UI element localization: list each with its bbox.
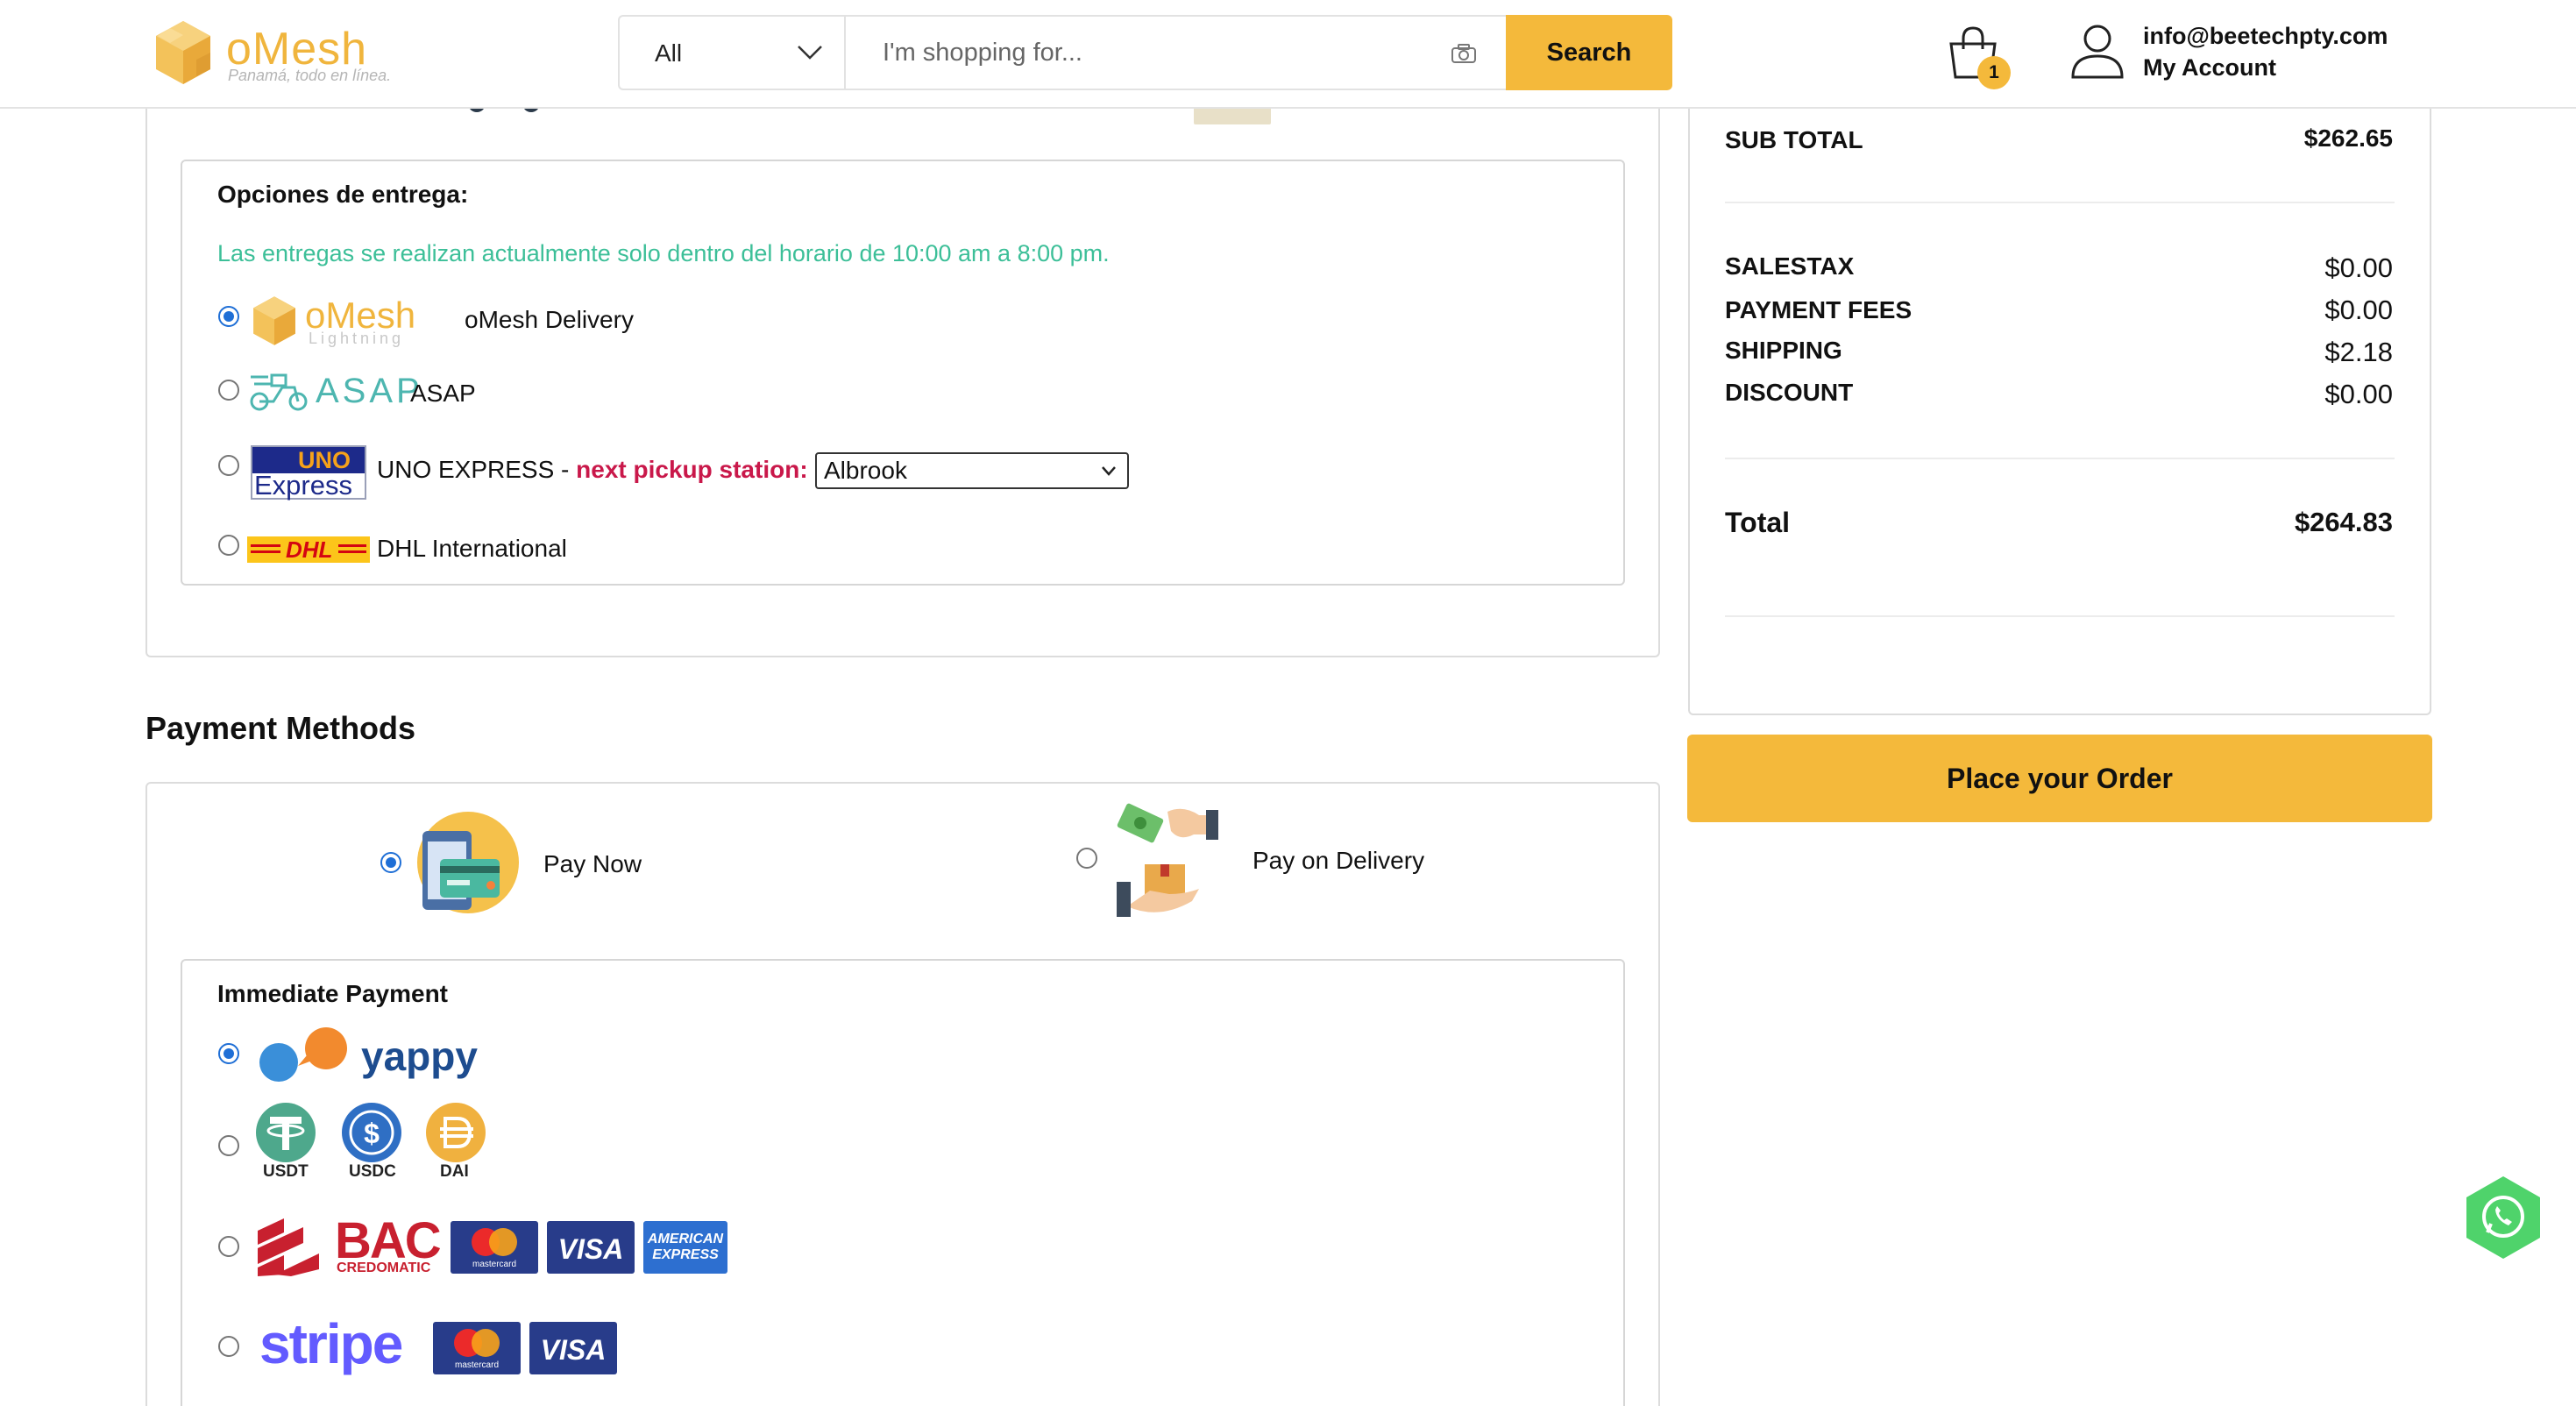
immediate-payment-title: Immediate Payment	[217, 980, 448, 1007]
pay-on-delivery-label: Pay on Delivery	[1253, 847, 1425, 874]
radio-asap[interactable]	[218, 380, 239, 401]
radio-uno-express[interactable]	[218, 455, 239, 476]
delivery-options-title: Opciones de entrega:	[217, 181, 469, 208]
usdt-label: USDT	[263, 1162, 309, 1181]
express-logo-text: Express	[254, 470, 352, 501]
mastercard-icon	[472, 1228, 517, 1256]
asap-logo: ASAP	[247, 370, 420, 414]
credomatic-logo-text: CREDOMATIC	[337, 1260, 431, 1275]
asap-logo-text: ASAP	[316, 372, 423, 410]
visa-badge: VISA	[547, 1221, 635, 1274]
payment-fees-label: PAYMENT FEES	[1725, 296, 1912, 323]
shipping-value: $2.18	[2324, 337, 2393, 367]
subtotal-value: $262.65	[2303, 124, 2393, 152]
payment-fees-value: $0.00	[2324, 295, 2393, 325]
visa-badge: VISA	[529, 1322, 617, 1374]
subtotal-label: SUB TOTAL	[1725, 126, 1863, 153]
pickup-station-value: Albrook	[824, 457, 907, 484]
usdt-icon	[256, 1103, 316, 1162]
total-value: $264.83	[2294, 507, 2393, 537]
dhl-logo: DHL	[247, 536, 370, 563]
yappy-logo-text: yappy	[361, 1033, 478, 1079]
salestax-value: $0.00	[2324, 252, 2393, 283]
cart-button[interactable]: 1	[1944, 25, 2014, 91]
place-order-button[interactable]: Place your Order	[1687, 735, 2432, 822]
cube-logo-icon	[156, 21, 210, 84]
visa-text: VISA	[540, 1334, 607, 1366]
search-button[interactable]: Search	[1506, 15, 1672, 90]
discount-value: $0.00	[2324, 379, 2393, 409]
lightning-logo-text: Lightning	[309, 330, 405, 347]
payment-methods-title: Payment Methods	[145, 710, 416, 746]
amex-badge: AMERICAN EXPRESS	[643, 1221, 727, 1274]
chevron-down-icon	[1102, 466, 1116, 476]
summary-divider	[1725, 615, 2395, 617]
mastercard-icon	[454, 1329, 500, 1357]
uno-express-label: UNO EXPRESS - next pickup station:	[377, 456, 808, 484]
omesh-lightning-logo: oMesh Lightning	[251, 295, 449, 347]
dai-label: DAI	[440, 1162, 469, 1181]
usdc-icon: $	[342, 1103, 401, 1162]
summary-divider	[1725, 458, 2395, 459]
mastercard-text: mastercard	[454, 1360, 499, 1370]
yappy-logo: yappy	[256, 1026, 480, 1083]
dhl-label: DHL International	[377, 535, 567, 562]
mastercard-badge: mastercard	[433, 1322, 521, 1374]
category-select-value: All	[655, 39, 683, 67]
radio-pay-on-delivery[interactable]	[1076, 848, 1097, 869]
bac-credomatic-logo: BAC CREDOMATIC	[258, 1212, 442, 1278]
pickup-station-label: next pickup station:	[576, 456, 808, 483]
chevron-down-icon	[798, 46, 822, 60]
delivery-hours-note: Las entregas se realizan actualmente sol…	[217, 240, 1110, 266]
usdc-label: USDC	[349, 1162, 396, 1181]
account-email[interactable]: info@beetechpty.com	[2143, 23, 2388, 50]
asap-label: ASAP	[410, 380, 476, 407]
total-label: Total	[1725, 507, 1791, 538]
search-input[interactable]	[848, 17, 1444, 89]
yappy-bubbles-icon	[259, 1027, 347, 1082]
category-select[interactable]: All	[620, 17, 846, 89]
camera-icon[interactable]	[1451, 43, 1477, 64]
dai-icon	[426, 1103, 486, 1162]
omesh-delivery-label: oMesh Delivery	[465, 306, 634, 333]
dhl-logo-text: DHL	[286, 536, 333, 563]
pay-now-label: Pay Now	[543, 850, 642, 877]
radio-stripe[interactable]	[218, 1336, 239, 1357]
uno-express-name: UNO EXPRESS -	[377, 456, 577, 483]
pay-on-delivery-illustration-icon	[1117, 803, 1218, 917]
omesh-logo[interactable]: oMesh Panamá, todo en línea.	[153, 18, 433, 88]
amex-text: AMERICAN EXPRESS	[647, 1232, 724, 1262]
user-icon[interactable]	[2070, 23, 2125, 79]
site-header: oMesh Panamá, todo en línea. All Search …	[0, 0, 2576, 109]
discount-label: DISCOUNT	[1725, 379, 1854, 406]
search-bar: All Search	[618, 15, 1672, 90]
my-account-link[interactable]: My Account	[2143, 54, 2276, 82]
shipping-label: SHIPPING	[1725, 337, 1842, 364]
cart-count-badge: 1	[1977, 56, 2011, 89]
visa-text: VISA	[557, 1233, 624, 1265]
pay-now-illustration-icon	[417, 812, 519, 913]
cube-logo-icon	[253, 296, 295, 345]
radio-yappy[interactable]	[218, 1043, 239, 1064]
radio-bac-credomatic[interactable]	[218, 1236, 239, 1257]
logo-tagline: Panamá, todo en línea.	[228, 67, 392, 84]
summary-divider	[1725, 202, 2395, 203]
svg-text:$: $	[364, 1118, 380, 1149]
mastercard-badge: mastercard	[451, 1221, 538, 1274]
uno-express-logo: UNO Express	[251, 445, 366, 501]
pickup-station-select[interactable]: Albrook	[815, 452, 1129, 489]
bac-mark-icon	[258, 1218, 319, 1276]
radio-dhl[interactable]	[218, 535, 239, 556]
scooter-icon	[250, 373, 308, 411]
salestax-label: SALESTAX	[1725, 252, 1855, 280]
stripe-logo: stripe	[259, 1312, 403, 1375]
mastercard-text: mastercard	[472, 1260, 516, 1269]
whatsapp-icon[interactable]	[2463, 1175, 2544, 1260]
radio-pay-now[interactable]	[380, 852, 401, 873]
radio-omesh-delivery[interactable]	[218, 306, 239, 327]
radio-crypto[interactable]	[218, 1135, 239, 1156]
